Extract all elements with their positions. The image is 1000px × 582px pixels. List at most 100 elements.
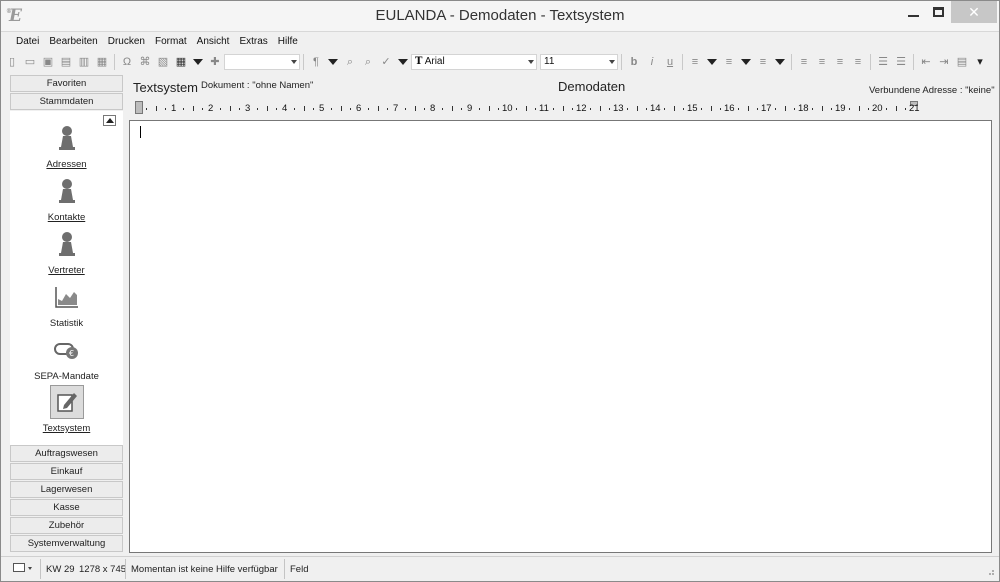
close-icon: ✕ [968, 3, 980, 20]
window-mode-icon[interactable] [13, 562, 37, 577]
toolbar-overflow-icon[interactable]: ▾ [973, 55, 987, 69]
status-bar: KW 29 1278 x 745 Momentan ist keine Hilf… [1, 556, 999, 581]
underline-icon[interactable]: u [663, 55, 677, 69]
bullet-list-icon[interactable]: ☰ [876, 55, 890, 69]
status-divider [125, 559, 126, 579]
strikethrough-dropdown-icon[interactable] [775, 59, 785, 65]
nav-header-auftragswesen[interactable]: Auftragswesen [10, 445, 123, 462]
spellcheck-icon[interactable]: ✓ [379, 55, 393, 69]
table-icon[interactable]: ▦ [174, 55, 188, 69]
ruler-tick [497, 108, 499, 110]
text-editor[interactable] [129, 120, 992, 553]
left-indent-marker[interactable] [135, 101, 143, 114]
field-status: Feld [290, 564, 309, 575]
nav-header-zubehoer[interactable]: Zubehör [10, 517, 123, 534]
paragraph-settings-icon[interactable]: ▤ [955, 55, 969, 69]
align-justify-icon[interactable]: ≡ [833, 55, 847, 69]
nav-item-vertreter[interactable]: Vertreter [10, 227, 123, 276]
strikethrough-icon[interactable]: ≡ [756, 55, 770, 69]
ruler-tick [164, 108, 166, 110]
pilcrow-dropdown-icon[interactable] [328, 59, 338, 65]
nav-header-einkauf[interactable]: Einkauf [10, 463, 123, 480]
pilcrow-icon[interactable]: ¶ [309, 55, 323, 69]
nav-header-kasse[interactable]: Kasse [10, 499, 123, 516]
line-spacing-icon[interactable]: ≡ [688, 55, 702, 69]
ruler-tick [303, 106, 305, 111]
menu-datei[interactable]: Datei [11, 34, 44, 50]
style-select[interactable] [224, 54, 300, 70]
nav-item-textsystem[interactable]: Textsystem [10, 385, 123, 434]
close-button[interactable]: ✕ [951, 1, 997, 23]
nav-item-sepa-mandate[interactable]: € SEPA-Mandate [10, 333, 123, 382]
ruler-tick [904, 108, 906, 110]
menu-format[interactable]: Format [150, 34, 192, 50]
align-left-icon[interactable]: ≡ [797, 55, 811, 69]
document-name: Dokument : "ohne Namen" [201, 80, 314, 91]
ruler-number: 14 [650, 103, 661, 114]
insert-image-icon[interactable]: ▧ [156, 55, 170, 69]
nav-item-statistik[interactable]: Statistik [10, 280, 123, 329]
ruler-number: 13 [613, 103, 624, 114]
ruler-tick [146, 108, 148, 110]
toolbar-separator [114, 54, 115, 70]
increase-indent-icon[interactable]: ⇥ [937, 55, 951, 69]
ruler-tick [682, 108, 684, 110]
align-center-icon[interactable]: ≡ [815, 55, 829, 69]
open-folder-icon[interactable]: ▭ [23, 55, 37, 69]
numbered-list-icon[interactable]: ☰ [894, 55, 908, 69]
menu-bar: Datei Bearbeiten Drucken Format Ansicht … [1, 34, 999, 50]
ruler-tick [405, 108, 407, 110]
font-size-select[interactable]: 11 [540, 54, 618, 70]
ruler-tick [858, 106, 860, 111]
decrease-indent-icon[interactable]: ⇤ [919, 55, 933, 69]
italic-icon[interactable]: i [645, 55, 659, 69]
menu-hilfe[interactable]: Hilfe [273, 34, 303, 50]
table-dropdown-icon[interactable] [193, 59, 203, 65]
ruler-tick [192, 106, 194, 111]
nav-item-kontakte[interactable]: Kontakte [10, 174, 123, 223]
paragraph-spacing-dropdown-icon[interactable] [741, 59, 751, 65]
nav-item-adressen[interactable]: Adressen [10, 121, 123, 170]
screen-resolution: 1278 x 745 [79, 564, 127, 575]
font-select[interactable]: T Arial [411, 54, 537, 70]
insert-object-icon[interactable]: ⌘ [138, 55, 152, 69]
nav-header-favoriten[interactable]: Favoriten [10, 75, 123, 92]
ruler-tick [294, 108, 296, 110]
nav-header-systemverwaltung[interactable]: Systemverwaltung [10, 535, 123, 552]
ruler-tick [423, 108, 425, 110]
menu-extras[interactable]: Extras [234, 34, 272, 50]
save-icon[interactable]: ▣ [41, 55, 55, 69]
ruler-number: 15 [687, 103, 698, 114]
delete-icon[interactable]: ▥ [77, 55, 91, 69]
menu-drucken[interactable]: Drucken [103, 34, 150, 50]
print-icon[interactable]: ▦ [95, 55, 109, 69]
chevron-down-icon [291, 60, 297, 64]
ruler-tick [257, 108, 259, 110]
ruler-tick [479, 108, 481, 110]
ruler-tick [747, 106, 749, 111]
bold-icon[interactable]: b [627, 55, 641, 69]
spellcheck-dropdown-icon[interactable] [398, 59, 408, 65]
find-icon[interactable]: ⌕ [343, 55, 357, 69]
align-right-icon[interactable]: ≡ [851, 55, 865, 69]
ruler[interactable]: 1 2 3 4 5 6 7 8 9 10 11 12 13 14 15 16 17 18 19 20 21 [132, 101, 995, 116]
menu-bearbeiten[interactable]: Bearbeiten [44, 34, 102, 50]
new-document-icon[interactable]: ▯ [5, 55, 19, 69]
minimize-icon [907, 15, 919, 17]
replace-icon[interactable]: ⌕ [361, 55, 375, 69]
company-title: Demodaten [558, 79, 626, 94]
paragraph-spacing-icon[interactable]: ≡ [722, 55, 736, 69]
ruler-number: 19 [835, 103, 846, 114]
line-spacing-dropdown-icon[interactable] [707, 59, 717, 65]
nav-header-stammdaten[interactable]: Stammdaten [10, 93, 123, 110]
menu-ansicht[interactable]: Ansicht [192, 34, 235, 50]
nav-header-lagerwesen[interactable]: Lagerwesen [10, 481, 123, 498]
maximize-button[interactable] [922, 1, 954, 23]
ruler-tick [312, 108, 314, 110]
toolbar-separator [791, 54, 792, 70]
ruler-tick [738, 108, 740, 110]
resize-grip-icon[interactable] [985, 566, 995, 576]
omega-symbol-icon[interactable]: Ω [120, 55, 134, 69]
save-as-icon[interactable]: ▤ [59, 55, 73, 69]
insert-field-icon[interactable]: ✚ [208, 55, 222, 69]
